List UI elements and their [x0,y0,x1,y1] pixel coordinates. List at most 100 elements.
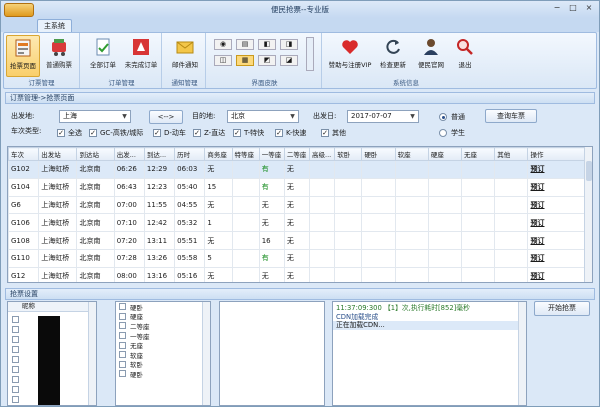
passenger-scrollbar[interactable] [88,302,96,405]
column-header[interactable]: 二等座 [283,147,311,161]
passenger-checkbox[interactable] [12,366,19,373]
train-row[interactable]: G106 上海虹桥 北京南 07:10 12:42 05:32 1 无无 预订 [8,213,586,233]
seat-type-item[interactable]: 无座 [116,340,210,350]
unfinished-orders-button[interactable]: 未完成订单 [124,35,158,77]
column-header[interactable]: 特等座 [231,147,260,161]
group-ui-skin: ◉ ▤ ◧ ◨ ◫ ▦ ◩ ◪ 界面皮肤 [208,33,322,88]
book-link[interactable]: 预订 [530,201,544,209]
check-update-button[interactable]: 检查更新 [376,35,410,77]
grab-ticket-page-button[interactable]: 抢票页面 [6,35,40,77]
radio-student-label: 学生 [451,129,465,137]
skin-option[interactable]: ◫ [214,55,232,66]
seat-type-item[interactable]: 硬卧 [116,369,210,379]
start-grab-button[interactable]: 开始抢票 [534,301,590,316]
seat-type-item[interactable]: 硬座 [116,312,210,321]
column-header[interactable]: 软座 [394,147,429,161]
tab-main-system[interactable]: 主系统 [37,19,72,32]
column-header[interactable]: 商务座 [204,147,233,161]
seat-type-item[interactable]: 软座 [116,350,210,360]
normal-purchase-button[interactable]: 普通购票 [42,35,76,77]
book-link[interactable]: 预订 [530,219,544,227]
grid-vertical-scrollbar[interactable] [584,147,592,282]
column-header[interactable]: 出发... [113,147,145,161]
log-scrollbar[interactable] [518,302,526,405]
column-header[interactable]: 一等座 [258,147,285,161]
radio-student-ticket[interactable]: 学生 [439,128,465,138]
column-header[interactable]: 历时 [174,147,206,161]
book-link[interactable]: 预订 [530,183,544,191]
type-all-checkbox[interactable]: ✓ 全选 [57,128,82,138]
skin-option-selected[interactable]: ▦ [236,55,254,66]
type-other-checkbox[interactable]: ✓ 其他 [321,128,346,138]
type-d-checkbox[interactable]: ✓ D-动车 [153,128,186,138]
sponsor-vip-button[interactable]: 赞助与注册VIP [328,35,372,77]
scroll-thumb[interactable] [586,161,592,181]
email-notify-button[interactable]: 邮件通知 [168,35,202,77]
skin-option[interactable]: ◩ [258,55,276,66]
type-t-checkbox[interactable]: ✓ T-特快 [233,128,264,138]
train-row[interactable]: G110 上海虹桥 北京南 07:28 13:26 05:58 5 有无 预订 [8,248,586,268]
maximize-button[interactable]: □ [567,3,579,14]
grid-cell: 上海虹桥 [38,213,78,233]
column-header[interactable]: 到达站 [76,147,115,161]
column-header[interactable]: 车次 [8,147,40,161]
minimize-button[interactable]: − [551,3,563,14]
passenger-checkbox[interactable] [12,386,19,393]
seat-type-item[interactable]: 硬卧 [116,302,210,312]
skin-option[interactable]: ◧ [258,39,276,50]
swap-stations-button[interactable]: <--> [149,110,183,124]
train-row[interactable]: G102 上海虹桥 北京南 06:26 12:29 06:03 无有无预订 [8,160,586,179]
column-header[interactable]: 操作 [527,147,586,161]
radio-normal-ticket[interactable]: 普通 [439,112,465,122]
passenger-checkbox[interactable] [12,346,19,353]
all-orders-button[interactable]: 全部订单 [86,35,120,77]
grid-cell [334,248,363,268]
column-header[interactable]: 硬卧 [361,147,396,161]
skin-option[interactable]: ▤ [236,39,254,50]
type-k-checkbox[interactable]: ✓ K-快速 [275,128,306,138]
book-link[interactable]: 预订 [530,237,544,245]
column-header[interactable]: 软卧 [334,147,363,161]
train-row[interactable]: G12 上海虹桥 北京南 08:00 13:16 05:16 无无无预订 [8,266,586,282]
book-link[interactable]: 预订 [530,254,544,262]
type-gc-checkbox[interactable]: ✓ GC-高铁/城际 [89,128,143,138]
skin-option[interactable]: ◪ [280,55,298,66]
grid-cell [334,213,363,233]
column-header[interactable]: 无座 [461,147,496,161]
group-system-info: 赞助与注册VIP 检查更新 便民官网 退出 系统信息 [324,33,488,88]
column-header[interactable]: 到达... [143,147,176,161]
seat-type-label: 一等座 [130,332,150,341]
grid-cell: 06:03 [174,160,206,179]
passenger-checkbox[interactable] [12,376,19,383]
column-header[interactable]: 高级... [309,147,336,161]
type-z-checkbox[interactable]: ✓ Z-直达 [193,128,225,138]
passenger-checkbox[interactable] [12,356,19,363]
column-header[interactable]: 硬座 [427,147,463,161]
passenger-checkbox[interactable] [12,336,19,343]
seat-type-item[interactable]: 软卧 [116,360,210,369]
seat-list-scrollbar[interactable] [202,302,210,405]
passenger-checkbox[interactable] [12,326,19,333]
train-row[interactable]: G6 上海虹桥 北京南 07:00 11:55 04:55 无无无预订 [8,195,586,215]
query-tickets-button[interactable]: 查询车票 [485,109,537,123]
official-site-button[interactable]: 便民官网 [414,35,448,77]
from-station-select[interactable]: 上海 ▼ [59,110,131,123]
exit-button[interactable]: 退出 [448,35,482,77]
book-link[interactable]: 预订 [530,165,544,173]
skin-option[interactable]: ◉ [214,39,232,50]
train-row[interactable]: G104 上海虹桥 北京南 06:43 12:23 05:40 15 有无 预订 [8,177,586,197]
passenger-checkbox[interactable] [12,316,19,323]
book-link[interactable]: 预订 [530,272,544,280]
seat-type-item[interactable]: 二等座 [116,321,210,331]
seat-type-item[interactable]: 一等座 [116,331,210,341]
column-header[interactable]: 出发站 [38,147,78,161]
to-station-select[interactable]: 北京 ▼ [227,110,299,123]
grid-cell [394,195,429,215]
column-header[interactable]: 其他 [494,147,529,161]
skin-option[interactable]: ◨ [280,39,298,50]
close-button[interactable]: × [583,3,595,14]
skin-gallery-scroll[interactable] [306,37,314,71]
train-row[interactable]: G108 上海虹桥 北京南 07:20 13:11 05:51 无 16 无预订 [8,231,586,250]
passenger-checkbox[interactable] [12,396,19,403]
departure-date-picker[interactable]: 2017-07-07 ▼ [347,110,419,123]
